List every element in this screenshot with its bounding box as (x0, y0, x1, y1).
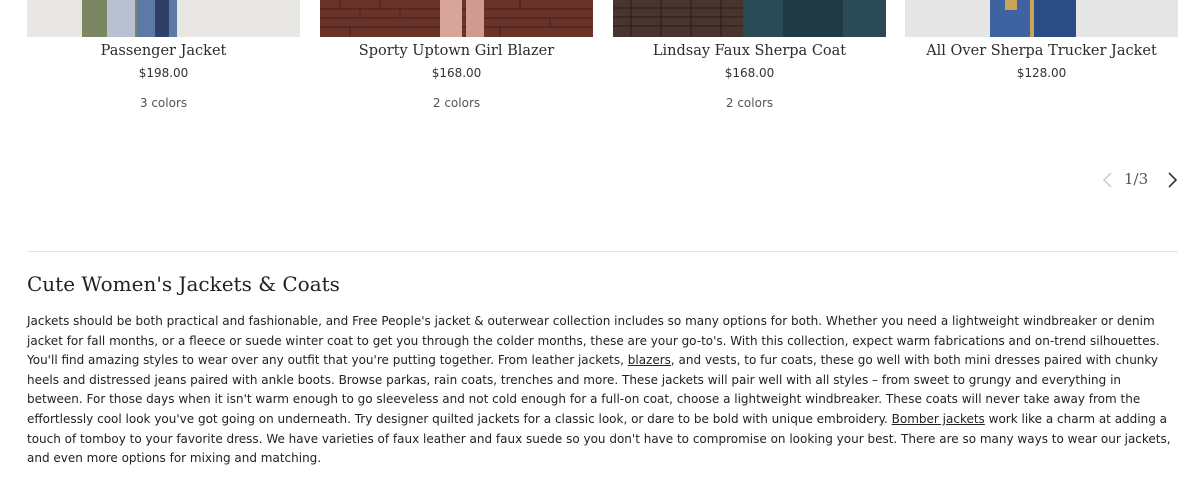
product-color-count[interactable]: 2 colors (613, 96, 886, 111)
section-divider (27, 251, 1178, 252)
product-name[interactable]: All Over Sherpa Trucker Jacket (905, 43, 1178, 60)
product-image[interactable] (905, 0, 1178, 37)
blazers-link[interactable]: blazers (628, 353, 671, 367)
product-name[interactable]: Passenger Jacket (27, 43, 300, 60)
product-price: $168.00 (724, 66, 775, 80)
current-page: 1 (1124, 170, 1134, 188)
product-card[interactable]: Passenger Jacket $198.00 3 colors (27, 0, 300, 111)
carousel-pager: 1/3 (1100, 168, 1184, 192)
product-color-count[interactable]: 3 colors (27, 96, 300, 111)
previous-page-button[interactable] (1100, 171, 1116, 189)
seo-heading: Cute Women's Jackets & Coats (27, 272, 340, 296)
product-color-count[interactable]: 2 colors (320, 96, 593, 111)
total-pages: 3 (1138, 170, 1149, 188)
product-name[interactable]: Lindsay Faux Sherpa Coat (613, 43, 886, 60)
product-card[interactable]: Sporty Uptown Girl Blazer $168.00 2 colo… (320, 0, 593, 111)
seo-description: Jackets should be both practical and fas… (27, 312, 1175, 469)
product-card[interactable]: Lindsay Faux Sherpa Coat $168.00 2 color… (613, 0, 886, 111)
product-image[interactable] (613, 0, 886, 37)
product-price: $168.00 (431, 66, 482, 80)
product-image[interactable] (27, 0, 300, 37)
product-name[interactable]: Sporty Uptown Girl Blazer (320, 43, 593, 60)
page-indicator: 1/3 (1124, 170, 1148, 188)
chevron-right-icon (1168, 172, 1178, 188)
product-price: $198.00 (138, 66, 189, 80)
product-carousel: Passenger Jacket $198.00 3 colors Sporty… (27, 0, 1178, 120)
product-image[interactable] (320, 0, 593, 37)
bomber-jackets-link[interactable]: Bomber jackets (892, 412, 985, 426)
chevron-left-icon (1102, 172, 1112, 188)
product-price: $128.00 (1016, 66, 1067, 80)
product-card[interactable]: All Over Sherpa Trucker Jacket $128.00 (905, 0, 1178, 96)
next-page-button[interactable] (1164, 171, 1180, 189)
